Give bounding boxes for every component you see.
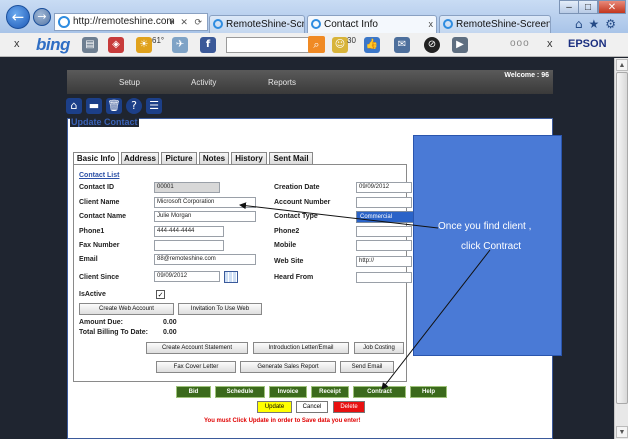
annotation-arrows xyxy=(239,202,491,390)
screen: ← → http://remoteshine.com ▾ ✕ ⟳ RemoteS… xyxy=(0,0,628,439)
arrow-to-contract-button xyxy=(381,249,491,390)
arrow-to-client-name xyxy=(239,202,439,229)
